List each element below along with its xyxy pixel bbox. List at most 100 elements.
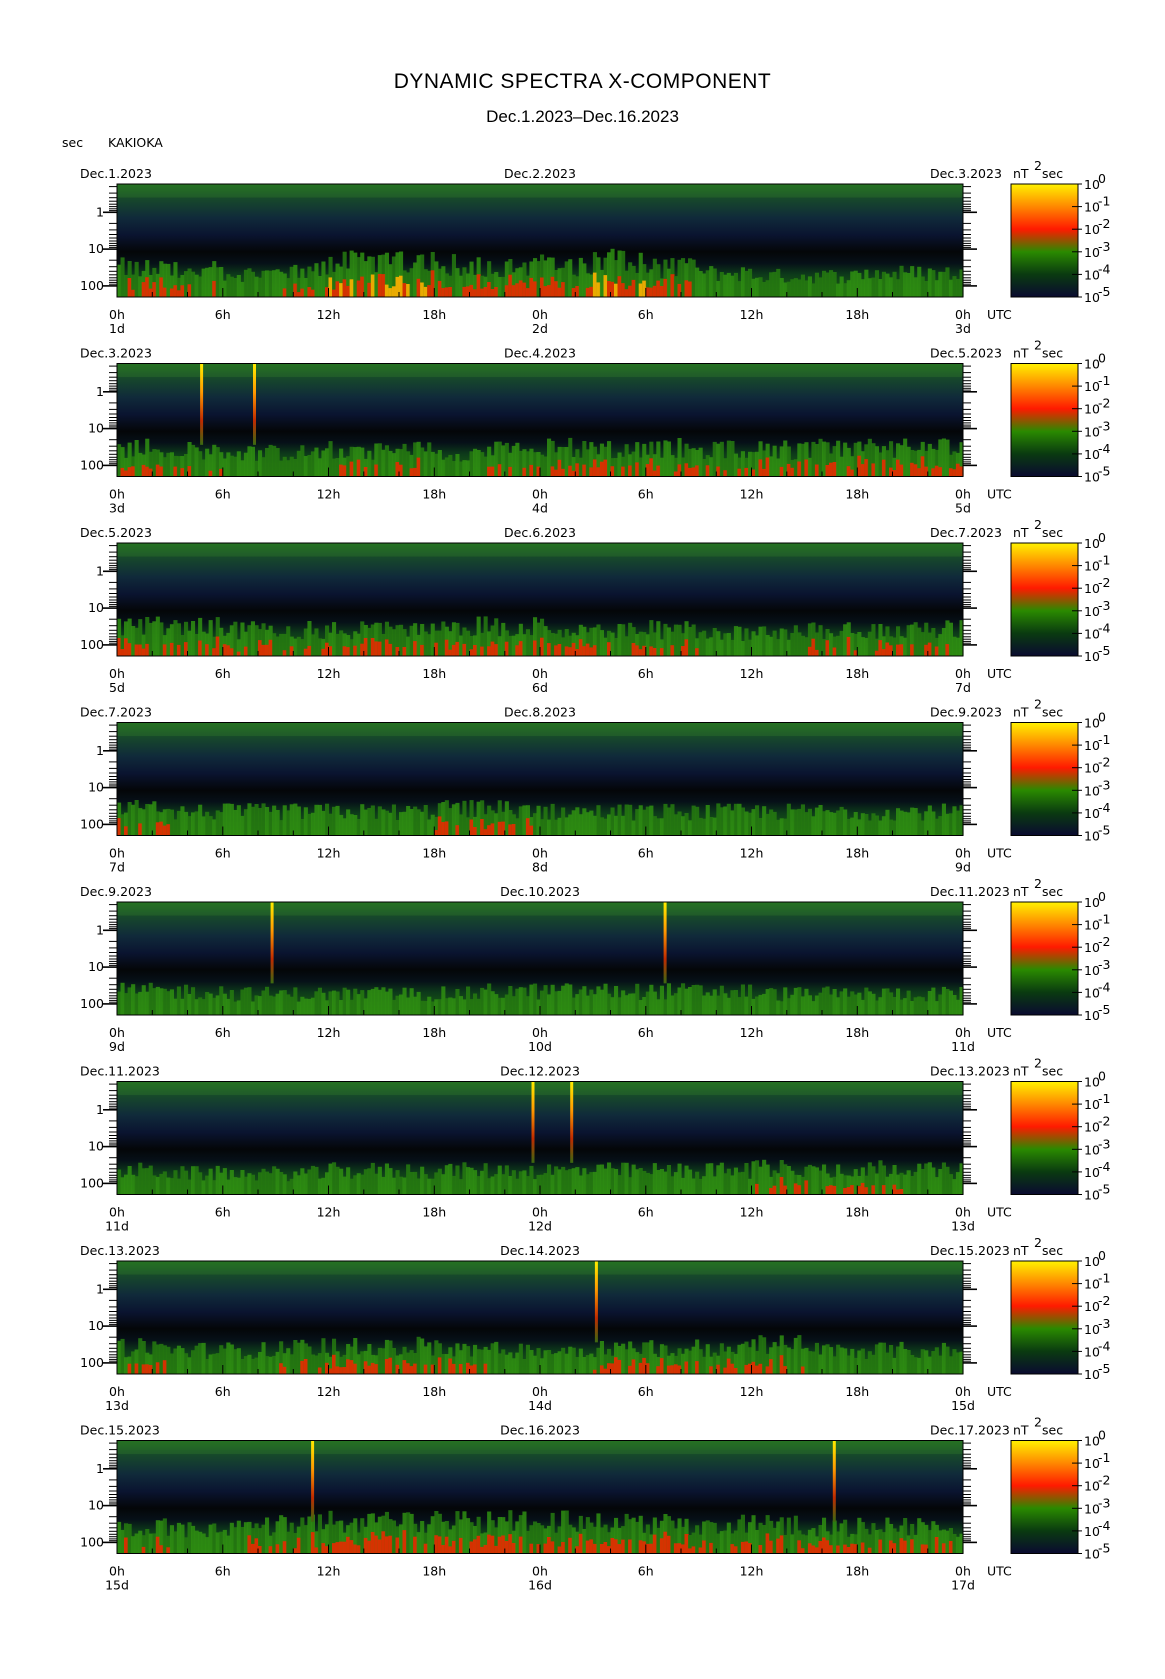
spectral-power-column — [134, 1176, 139, 1195]
spectral-peak — [335, 281, 340, 297]
x-tick-label: 0h — [532, 1025, 548, 1040]
spectral-power-column — [427, 1524, 432, 1554]
spectral-power-column — [740, 267, 745, 297]
spectral-power-column — [307, 1346, 312, 1374]
spectral-power-column — [458, 275, 463, 297]
spectral-power-column — [525, 451, 530, 477]
y-tick-label: 100 — [80, 457, 104, 472]
spectral-power-column — [155, 616, 160, 656]
spectral-power-column — [511, 1358, 516, 1374]
spectral-peak — [423, 286, 428, 297]
spectral-power-column — [307, 813, 312, 836]
spectral-power-column — [205, 1359, 210, 1374]
x-tick-label: 12h — [740, 1205, 764, 1220]
spectral-power-column — [458, 814, 463, 836]
spectral-power-column — [409, 1172, 414, 1195]
spectral-power-column — [423, 1174, 428, 1195]
spectral-peak — [709, 1366, 714, 1374]
spectrogram-panel: Dec.13.2023 Dec.14.2023 Dec.15.2023 nT2sec1… — [80, 1235, 1111, 1413]
spectral-power-column — [296, 1001, 301, 1015]
spectral-power-column — [222, 1529, 227, 1554]
colorbar-tick-exponent: -3 — [1098, 598, 1110, 613]
colorbar-tick-exponent: -3 — [1098, 239, 1110, 254]
spectral-peak — [166, 1547, 171, 1554]
spectral-peak — [850, 1543, 855, 1554]
colorbar-tick-exponent: -1 — [1098, 912, 1110, 927]
spectral-power-column — [515, 818, 520, 836]
spectral-peak — [659, 648, 664, 656]
spectral-power-column — [515, 988, 520, 1015]
spectral-power-column — [765, 1164, 770, 1195]
spectral-peak — [934, 1537, 939, 1554]
spectral-power-column — [497, 1353, 502, 1374]
spectral-power-column — [131, 1351, 136, 1374]
colorbar-tick-exponent: 0 — [1098, 1069, 1106, 1084]
y-tick-label: 1 — [96, 563, 104, 578]
spectral-power-column — [399, 624, 404, 656]
spectral-power-column — [187, 1522, 192, 1554]
colorbar-tick-exponent: -1 — [1098, 194, 1110, 209]
spectral-peak — [878, 640, 883, 656]
spectral-power-column — [138, 452, 143, 477]
spectral-peak — [550, 1541, 555, 1554]
spectral-power-column — [155, 273, 160, 297]
spectral-power-column — [293, 459, 298, 477]
spectral-power-column — [504, 1354, 509, 1374]
spectral-peak — [790, 467, 795, 477]
spectral-peak — [187, 284, 192, 297]
spectral-power-column — [843, 283, 848, 297]
spectral-power-column — [617, 452, 622, 477]
spectral-power-column — [758, 1166, 763, 1195]
spectral-power-column — [790, 1349, 795, 1374]
spectral-power-column — [265, 807, 270, 836]
spectral-peak — [525, 818, 530, 836]
spectral-power-column — [807, 1351, 812, 1374]
spectral-peak — [212, 648, 217, 656]
spectral-power-column — [490, 991, 495, 1015]
spectral-power-column — [617, 624, 622, 656]
spectral-peak — [413, 641, 418, 656]
spectral-power-column — [878, 997, 883, 1015]
spectral-peak — [473, 827, 478, 836]
spectral-power-column — [476, 616, 481, 656]
spectral-power-column — [409, 809, 414, 836]
spectral-peak — [762, 468, 767, 477]
spectral-peak — [811, 638, 816, 656]
spectral-power-column — [874, 446, 879, 477]
spectral-power-column — [540, 1174, 545, 1195]
spectral-peak — [205, 644, 210, 656]
spectral-power-column — [903, 1174, 908, 1195]
day-label-right: 11d — [951, 1039, 975, 1054]
spectral-peak — [134, 644, 139, 656]
y-tick-label: 10 — [88, 1498, 104, 1513]
spectral-peak — [455, 641, 460, 656]
y-tick-label: 100 — [80, 278, 104, 293]
spectral-power-column — [596, 1347, 601, 1374]
spectral-peak — [406, 1363, 411, 1374]
spectral-power-column — [822, 1164, 827, 1195]
spectral-peak — [258, 1546, 263, 1554]
spectral-power-column — [215, 810, 220, 836]
spectral-power-column — [265, 270, 270, 297]
spectral-power-column — [624, 804, 629, 836]
panel-start-date: Dec.7.2023 — [80, 705, 152, 720]
spectral-power-column — [871, 813, 876, 836]
spectral-power-column — [955, 1352, 960, 1374]
spectral-power-column — [652, 1163, 657, 1195]
spectral-peak — [899, 644, 904, 656]
spectral-power-column — [564, 261, 569, 297]
spectral-power-column — [948, 1356, 953, 1374]
spectral-peak — [124, 826, 129, 836]
spectral-peak — [614, 1539, 619, 1554]
spectral-power-column — [540, 1358, 545, 1374]
high-frequency-band — [117, 1261, 963, 1275]
spectral-peak — [695, 648, 700, 656]
spectral-peak — [829, 1185, 834, 1195]
day-label-right: 9d — [955, 860, 971, 875]
spectral-power-column — [145, 991, 150, 1015]
spectral-peak — [370, 274, 375, 297]
x-tick-label: 12h — [317, 666, 341, 681]
spectral-power-column — [691, 1178, 696, 1195]
spectral-power-column — [832, 812, 837, 836]
spectral-peak — [458, 1364, 463, 1374]
